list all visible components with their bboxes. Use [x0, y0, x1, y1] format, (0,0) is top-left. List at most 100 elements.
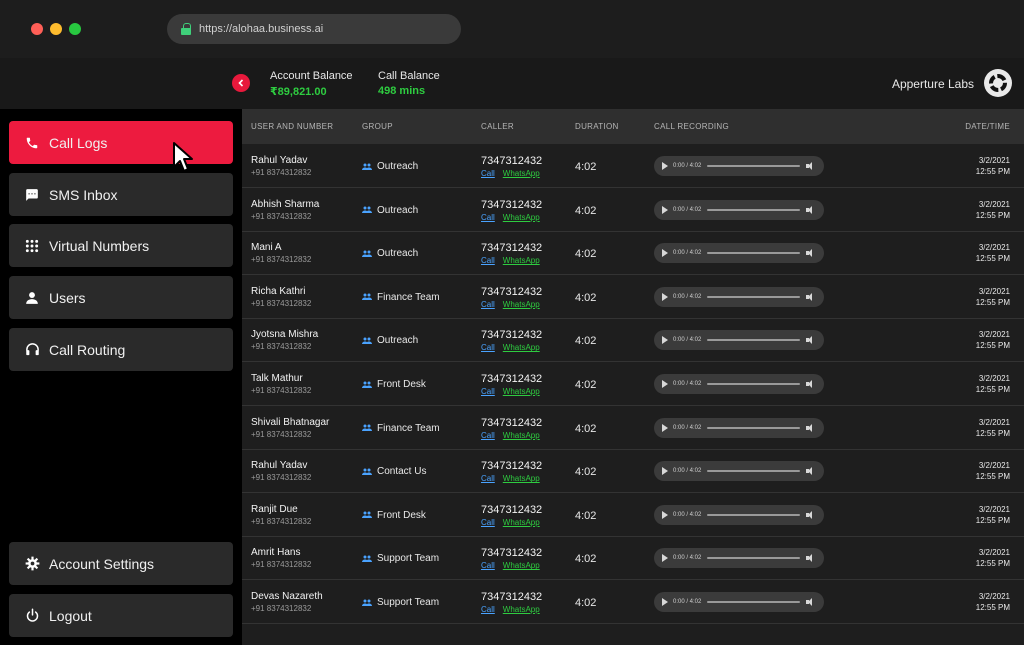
play-icon[interactable] [662, 423, 668, 432]
table-row[interactable]: Shivali Bhatnagar +91 8374312832 Finance T… [242, 406, 1024, 450]
play-icon[interactable] [662, 292, 668, 301]
audio-progress-track[interactable] [707, 295, 800, 298]
whatsapp-link[interactable]: WhatsApp [503, 561, 540, 570]
table-row[interactable]: Mani A +91 8374312832 Outreach 7347312432 Ca… [242, 231, 1024, 276]
volume-icon[interactable] [806, 510, 816, 519]
whatsapp-link[interactable]: WhatsApp [503, 213, 540, 222]
whatsapp-link[interactable]: WhatsApp [503, 256, 540, 265]
table-row[interactable]: Jyotsna Mishra +91 8374312832 Outreach 7347… [242, 318, 1024, 363]
table-row[interactable]: Devas Nazareth +91 8374312832 Support Team… [242, 580, 1024, 624]
whatsapp-link[interactable]: WhatsApp [503, 518, 540, 527]
sidebar-item-sms-inbox[interactable]: SMS Inbox [9, 173, 233, 216]
audio-player[interactable]: 0:00 / 4:02 [654, 374, 824, 394]
volume-icon[interactable] [806, 292, 816, 301]
play-icon[interactable] [662, 249, 668, 258]
table-row[interactable]: Amrit Hans +91 8374312832 Support Team 7347… [242, 536, 1024, 581]
volume-icon[interactable] [806, 423, 816, 432]
volume-icon[interactable] [806, 554, 816, 563]
call-time: 12:55 PM [975, 341, 1010, 351]
call-link[interactable]: Call [481, 431, 495, 440]
play-icon[interactable] [662, 380, 668, 388]
table-row[interactable]: Talk Mathur +91 8374312832 Front Desk 73473… [242, 362, 1024, 406]
audio-progress-track[interactable] [707, 513, 800, 516]
whatsapp-link[interactable]: WhatsApp [503, 343, 540, 352]
table-row[interactable]: Richa Kathri +91 8374312832 Finance Team 73… [242, 275, 1024, 319]
audio-progress-track[interactable] [707, 383, 800, 385]
whatsapp-link[interactable]: WhatsApp [503, 605, 540, 614]
window-minimize-button[interactable] [50, 23, 62, 35]
window-maximize-button[interactable] [69, 23, 81, 35]
play-icon[interactable] [662, 510, 668, 519]
whatsapp-link[interactable]: WhatsApp [503, 169, 540, 178]
collapse-sidebar-button[interactable] [232, 74, 250, 92]
recording-time: 0:00 / 4:02 [673, 555, 702, 562]
play-icon[interactable] [662, 162, 668, 170]
call-date: 3/2/2021 [978, 461, 1010, 471]
audio-player[interactable]: 0:00 / 4:02 [654, 461, 824, 482]
call-link[interactable]: Call [481, 561, 495, 570]
play-icon[interactable] [662, 598, 668, 606]
audio-player[interactable]: 0:00 / 4:02 [654, 286, 824, 307]
audio-progress-track[interactable] [707, 339, 800, 342]
volume-icon[interactable] [806, 336, 816, 345]
volume-icon[interactable] [806, 467, 816, 476]
sidebar-item-call-logs[interactable]: Call Logs [9, 121, 233, 164]
duration: 4:02 [575, 597, 597, 609]
user-number: +91 8374312832 [251, 473, 312, 483]
volume-icon[interactable] [806, 249, 816, 258]
account-balance: Account Balance ₹89,821.00 [270, 70, 353, 98]
audio-progress-track[interactable] [707, 426, 800, 429]
audio-progress-track[interactable] [707, 470, 800, 473]
play-icon[interactable] [662, 205, 668, 214]
play-icon[interactable] [662, 336, 668, 345]
whatsapp-link[interactable]: WhatsApp [503, 474, 540, 483]
volume-icon[interactable] [806, 598, 816, 606]
address-bar[interactable]: https://alohaa.business.ai [167, 14, 461, 44]
audio-progress-track[interactable] [707, 208, 800, 211]
sidebar-item-logout[interactable]: Logout [9, 594, 233, 637]
audio-progress-track[interactable] [707, 252, 800, 255]
volume-icon[interactable] [806, 380, 816, 388]
audio-player[interactable]: 0:00 / 4:02 [654, 330, 824, 351]
sidebar-item-virtual-numbers[interactable]: Virtual Numbers [9, 224, 233, 267]
table-row[interactable]: Ranjit Due +91 8374312832 Front Desk 734731… [242, 493, 1024, 537]
call-link[interactable]: Call [481, 343, 495, 352]
caller-links: Call WhatsApp [481, 300, 540, 309]
audio-progress-track[interactable] [707, 601, 800, 603]
call-link[interactable]: Call [481, 213, 495, 222]
play-icon[interactable] [662, 467, 668, 476]
window-close-button[interactable] [31, 23, 43, 35]
call-link[interactable]: Call [481, 256, 495, 265]
call-link[interactable]: Call [481, 169, 495, 178]
call-link[interactable]: Call [481, 474, 495, 483]
audio-player[interactable]: 0:00 / 4:02 [654, 156, 824, 176]
call-link[interactable]: Call [481, 387, 495, 396]
sidebar: Call Logs SMS Inbox Virtual Numbers User… [0, 109, 242, 645]
whatsapp-link[interactable]: WhatsApp [503, 300, 540, 309]
whatsapp-link[interactable]: WhatsApp [503, 387, 540, 396]
audio-player[interactable]: 0:00 / 4:02 [654, 417, 824, 438]
audio-player[interactable]: 0:00 / 4:02 [654, 243, 824, 264]
play-icon[interactable] [662, 554, 668, 563]
call-link[interactable]: Call [481, 300, 495, 309]
whatsapp-link[interactable]: WhatsApp [503, 431, 540, 440]
group-name: Finance Team [377, 422, 440, 434]
sidebar-item-call-routing[interactable]: Call Routing [9, 328, 233, 371]
company-logo[interactable] [984, 69, 1012, 97]
table-row[interactable]: Rahul Yadav +91 8374312832 Contact Us 73473… [242, 449, 1024, 494]
audio-player[interactable]: 0:00 / 4:02 [654, 504, 824, 525]
sidebar-item-account-settings[interactable]: Account Settings [9, 542, 233, 585]
sidebar-item-label: Virtual Numbers [49, 237, 150, 254]
volume-icon[interactable] [806, 205, 816, 214]
call-link[interactable]: Call [481, 518, 495, 527]
call-link[interactable]: Call [481, 605, 495, 614]
audio-progress-track[interactable] [707, 557, 800, 560]
table-row[interactable]: Rahul Yadav +91 8374312832 Outreach 7347312… [242, 144, 1024, 188]
sidebar-item-users[interactable]: Users [9, 276, 233, 319]
volume-icon[interactable] [806, 162, 816, 170]
table-row[interactable]: Abhish Sharma +91 8374312832 Outreach 73473… [242, 188, 1024, 232]
audio-player[interactable]: 0:00 / 4:02 [654, 199, 824, 220]
audio-player[interactable]: 0:00 / 4:02 [654, 592, 824, 612]
audio-progress-track[interactable] [707, 165, 800, 167]
audio-player[interactable]: 0:00 / 4:02 [654, 548, 824, 569]
